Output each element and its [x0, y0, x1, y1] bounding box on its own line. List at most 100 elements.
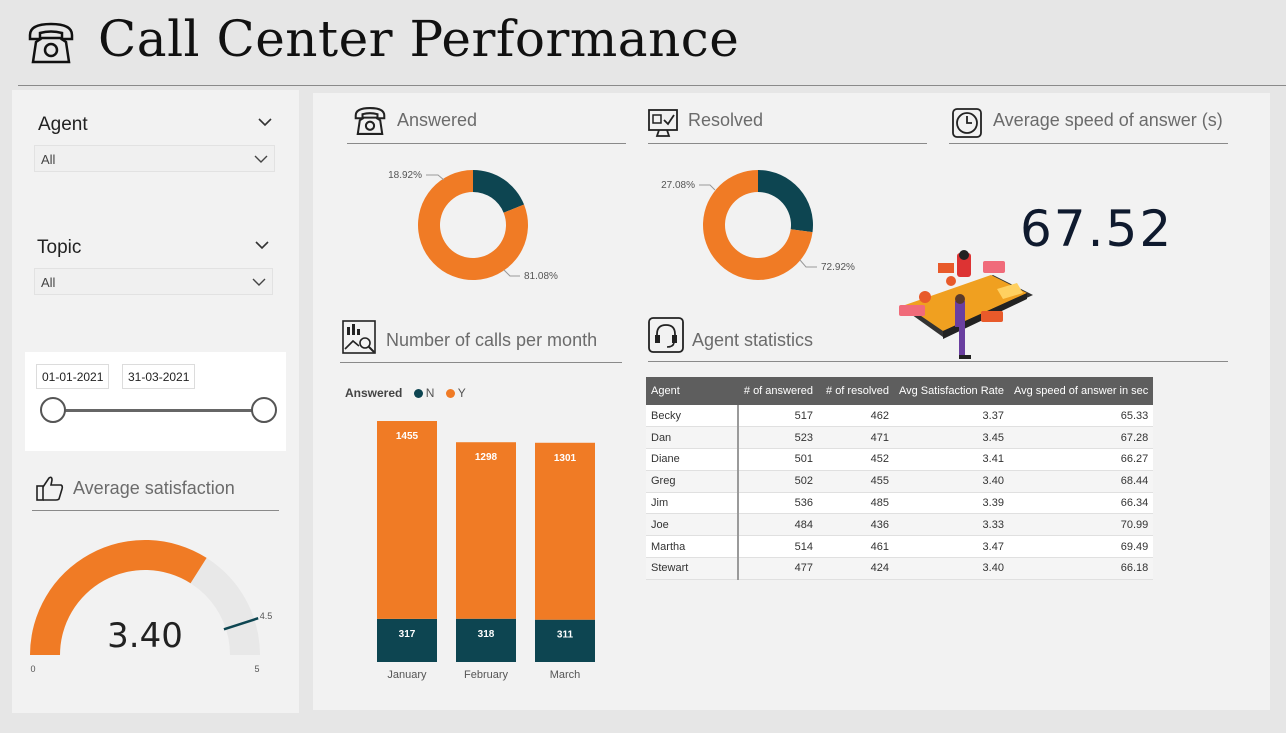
bar-segment-y[interactable]	[456, 442, 516, 619]
smartphone-illustration	[899, 250, 1033, 359]
legend-title: Answered	[345, 386, 403, 400]
table-cell: Diane	[646, 448, 739, 471]
table-cell: 3.47	[894, 535, 1009, 559]
page-title: Call Center Performance	[98, 10, 740, 68]
avg-speed-title: Average speed of answer (s)	[993, 110, 1223, 130]
bar-data-label: 317	[399, 629, 416, 640]
table-cell: 484	[738, 513, 818, 537]
donut-slice[interactable]	[473, 170, 525, 213]
table-cell: 66.34	[1008, 492, 1154, 515]
donut-data-label: 72.92%	[821, 262, 855, 273]
x-tick-label: March	[550, 669, 581, 681]
bar-segment-y[interactable]	[535, 442, 595, 620]
chart-magnifier-icon	[342, 320, 376, 354]
table-cell: 3.40	[894, 557, 1009, 580]
table-cell: Stewart	[646, 557, 739, 580]
answered-title: Answered	[397, 110, 478, 130]
table-cell: 471	[818, 426, 894, 450]
x-tick-label: January	[387, 669, 427, 681]
divider	[347, 143, 626, 144]
date-slider-start-handle[interactable]	[40, 397, 66, 423]
table-row[interactable]: Stewart 477 424 3.40 66.18	[646, 557, 1154, 580]
donut-slice[interactable]	[758, 170, 813, 233]
column-header-speed[interactable]: Avg speed of answer in sec	[1008, 377, 1154, 405]
agent-stats-title: Agent statistics	[692, 330, 814, 350]
legend-swatch-n	[413, 389, 423, 398]
thumbs-up-icon	[36, 476, 64, 501]
leader-line	[426, 174, 445, 181]
table-cell: Jim	[646, 492, 739, 515]
topic-slicer-title: Topic	[37, 237, 82, 258]
table-cell: 3.39	[894, 492, 1009, 515]
topic-dropdown[interactable]: All	[34, 268, 273, 295]
resolved-donut-chart: 27.08% 72.92%	[661, 170, 855, 280]
table-cell: 485	[818, 492, 894, 515]
table-row[interactable]: Greg 502 455 3.40 68.44	[646, 470, 1154, 493]
table-cell: 68.44	[1008, 470, 1154, 493]
topic-dropdown-value: All	[41, 275, 56, 290]
agent-stats-table: Agent # of answered # of resolved Avg Sa…	[646, 377, 1154, 580]
divider	[949, 143, 1228, 144]
table-cell: Greg	[646, 470, 739, 493]
bar-segment-n[interactable]	[377, 618, 437, 662]
column-header-resolved[interactable]: # of resolved	[818, 377, 894, 405]
table-cell: 436	[818, 513, 894, 537]
column-header-agent[interactable]: Agent	[646, 377, 738, 405]
bar-data-label: 1298	[475, 452, 498, 463]
table-row[interactable]: Martha 514 461 3.47 69.49	[646, 535, 1154, 559]
legend-swatch-y	[445, 389, 455, 398]
column-header-satisfaction[interactable]: Avg Satisfaction Rate	[894, 377, 1009, 405]
table-cell: 3.45	[894, 426, 1009, 450]
satisfaction-gauge: 3.40 0 5 4.5	[30, 540, 272, 674]
table-cell: 424	[818, 557, 894, 580]
date-slider-end-handle[interactable]	[251, 397, 277, 423]
table-row[interactable]: Diane 501 452 3.41 66.27	[646, 448, 1154, 471]
start-date-input[interactable]: 01-01-2021	[36, 364, 110, 389]
answered-donut-chart: 18.92% 81.08%	[388, 170, 558, 282]
end-date-input[interactable]: 31-03-2021	[122, 364, 196, 389]
table-cell: 502	[738, 470, 818, 493]
bar-segment-n[interactable]	[535, 619, 595, 662]
table-cell: 523	[738, 426, 818, 450]
table-cell: Joe	[646, 513, 739, 537]
table-cell: 536	[738, 492, 818, 515]
donut-data-label: 27.08%	[661, 180, 695, 191]
agent-dropdown[interactable]: All	[34, 145, 275, 172]
gauge-value: 3.40	[107, 616, 183, 656]
legend-label-n: N	[425, 386, 435, 400]
table-cell: 66.18	[1008, 557, 1154, 580]
chevron-down-icon[interactable]	[257, 114, 273, 130]
chevron-down-icon[interactable]	[254, 237, 270, 253]
table-cell: Dan	[646, 426, 739, 450]
column-header-answered[interactable]: # of answered	[738, 377, 818, 405]
divider	[32, 510, 279, 511]
leader-line	[503, 269, 520, 277]
table-cell: 501	[738, 448, 818, 471]
bar-data-label: 318	[478, 629, 495, 640]
chevron-down-icon	[254, 155, 268, 163]
table-row[interactable]: Jim 536 485 3.39 66.34	[646, 492, 1154, 515]
x-tick-label: February	[464, 669, 509, 681]
table-cell: Martha	[646, 535, 739, 559]
agent-slicer-title: Agent	[38, 114, 88, 135]
table-row[interactable]: Dan 523 471 3.45 67.28	[646, 426, 1154, 450]
table-cell: 517	[738, 405, 818, 428]
bar-data-label: 1301	[554, 453, 577, 464]
table-row[interactable]: Joe 484 436 3.33 70.99	[646, 513, 1154, 537]
donut-data-label: 81.08%	[524, 271, 558, 282]
bar-segment-y[interactable]	[377, 421, 437, 619]
page-header: Call Center Performance	[18, 0, 1286, 86]
donut-data-label: 18.92%	[388, 170, 422, 181]
bar-segment-n[interactable]	[456, 618, 516, 662]
table-row[interactable]: Becky 517 462 3.37 65.33	[646, 405, 1154, 428]
table-cell: 65.33	[1008, 405, 1154, 428]
table-cell: 3.41	[894, 448, 1009, 471]
resolved-title: Resolved	[688, 110, 764, 130]
leader-line	[799, 259, 817, 268]
table-cell: 452	[818, 448, 894, 471]
calls-per-month-title: Number of calls per month	[386, 330, 598, 350]
bar-data-label: 1455	[396, 431, 419, 442]
telephone-icon	[28, 22, 74, 64]
date-slider-track[interactable]	[55, 409, 265, 412]
calls-per-month-chart: 317 1455 January 318 1298 February 311 1301 Marc…	[377, 421, 595, 681]
